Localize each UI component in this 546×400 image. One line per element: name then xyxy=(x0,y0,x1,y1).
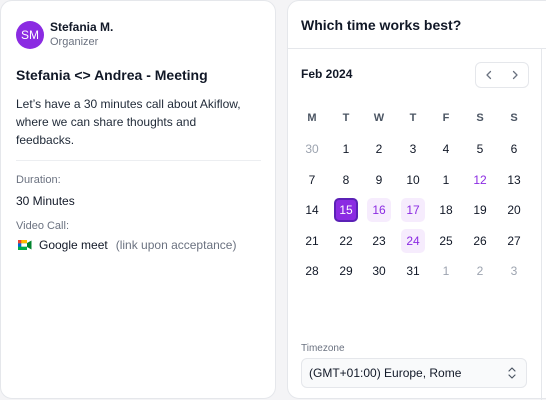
weekday-header: F xyxy=(442,112,450,124)
calendar-day[interactable]: 14 xyxy=(300,198,324,222)
calendar-day[interactable]: 13 xyxy=(502,168,526,192)
duration-label: Duration: xyxy=(16,174,61,186)
calendar-day: 1 xyxy=(442,264,450,278)
google-meet-icon xyxy=(18,240,32,250)
calendar-day[interactable]: 21 xyxy=(300,229,324,253)
calendar-day[interactable]: 16 xyxy=(367,198,391,222)
calendar-day[interactable]: 30 xyxy=(367,259,391,283)
organizer-name: Stefania M. xyxy=(50,20,114,34)
calendar-day[interactable]: 27 xyxy=(502,229,526,253)
calendar-day[interactable]: 3 xyxy=(401,137,425,161)
video-note: (link upon acceptance) xyxy=(115,238,237,252)
chevron-right-icon xyxy=(512,70,518,80)
calendar-day[interactable]: 4 xyxy=(434,137,458,161)
organizer-role: Organizer xyxy=(50,36,99,48)
calendar-day[interactable]: 2 xyxy=(367,137,391,161)
duration-value: 30 Minutes xyxy=(16,194,75,208)
calendar-day[interactable]: 7 xyxy=(300,168,324,192)
scheduler-title: Which time works best? xyxy=(301,17,462,33)
scheduler-header: Which time works best? xyxy=(288,1,546,49)
chevron-left-icon xyxy=(486,70,492,80)
meeting-title: Stefania <> Andrea - Meeting xyxy=(16,67,208,83)
calendar-day[interactable]: 1 xyxy=(434,168,458,192)
calendar-day[interactable]: 29 xyxy=(334,259,358,283)
calendar-day[interactable]: 24 xyxy=(401,229,425,253)
calendar-day[interactable]: 10 xyxy=(401,168,425,192)
weekday-header: T xyxy=(342,112,350,124)
video-call-info: Google meet (link upon acceptance) xyxy=(18,238,236,252)
timezone-select[interactable]: (GMT+01:00) Europe, Rome xyxy=(301,358,527,388)
calendar-day[interactable]: 31 xyxy=(401,259,425,283)
calendar-day[interactable]: 20 xyxy=(502,198,526,222)
next-month-button[interactable] xyxy=(502,63,528,87)
calendar-day[interactable]: 1 xyxy=(334,137,358,161)
calendar-day[interactable]: 25 xyxy=(434,229,458,253)
calendar-day: 30 xyxy=(305,142,319,156)
weekday-header: T xyxy=(409,112,417,124)
prev-month-button[interactable] xyxy=(476,63,502,87)
video-provider: Google meet xyxy=(39,238,108,252)
calendar-day[interactable]: 17 xyxy=(401,198,425,222)
meeting-details-card: SM Stefania M. Organizer Stefania <> And… xyxy=(0,0,276,399)
weekday-header: S xyxy=(476,112,484,124)
calendar-day[interactable]: 22 xyxy=(334,229,358,253)
divider xyxy=(16,160,261,161)
meeting-description: Let’s have a 30 minutes call about Akifl… xyxy=(16,97,241,147)
weekday-header: W xyxy=(373,112,385,124)
organizer: SM Stefania M. Organizer xyxy=(16,20,113,49)
calendar-day[interactable]: 18 xyxy=(434,198,458,222)
month-nav xyxy=(475,62,529,88)
calendar-day[interactable]: 9 xyxy=(367,168,391,192)
chevron-up-down-icon xyxy=(508,367,516,379)
calendar-day: 2 xyxy=(476,264,484,278)
calendar-day[interactable]: 23 xyxy=(367,229,391,253)
calendar-day[interactable]: 26 xyxy=(468,229,492,253)
weekday-header: S xyxy=(510,112,518,124)
calendar-day[interactable]: 6 xyxy=(502,137,526,161)
timezone-label: Timezone xyxy=(301,343,345,354)
calendar-day: 3 xyxy=(510,264,518,278)
calendar-day[interactable]: 19 xyxy=(468,198,492,222)
month-label: Feb 2024 xyxy=(301,67,353,81)
avatar: SM xyxy=(16,20,44,49)
calendar-day[interactable]: 28 xyxy=(300,259,324,283)
divider xyxy=(541,49,542,400)
calendar-day[interactable]: 12 xyxy=(468,168,492,192)
calendar-day-selected[interactable]: 15 xyxy=(334,198,358,222)
video-call-label: Video Call: xyxy=(16,220,69,232)
organizer-info: Stefania M. Organizer xyxy=(50,20,113,49)
calendar-day[interactable]: 5 xyxy=(468,137,492,161)
timezone-value: (GMT+01:00) Europe, Rome xyxy=(309,366,462,380)
scheduler-card: Which time works best? Feb 2024 M T W T F S S 3… xyxy=(287,0,546,400)
weekday-header: M xyxy=(307,112,317,124)
calendar-day[interactable]: 8 xyxy=(334,168,358,192)
